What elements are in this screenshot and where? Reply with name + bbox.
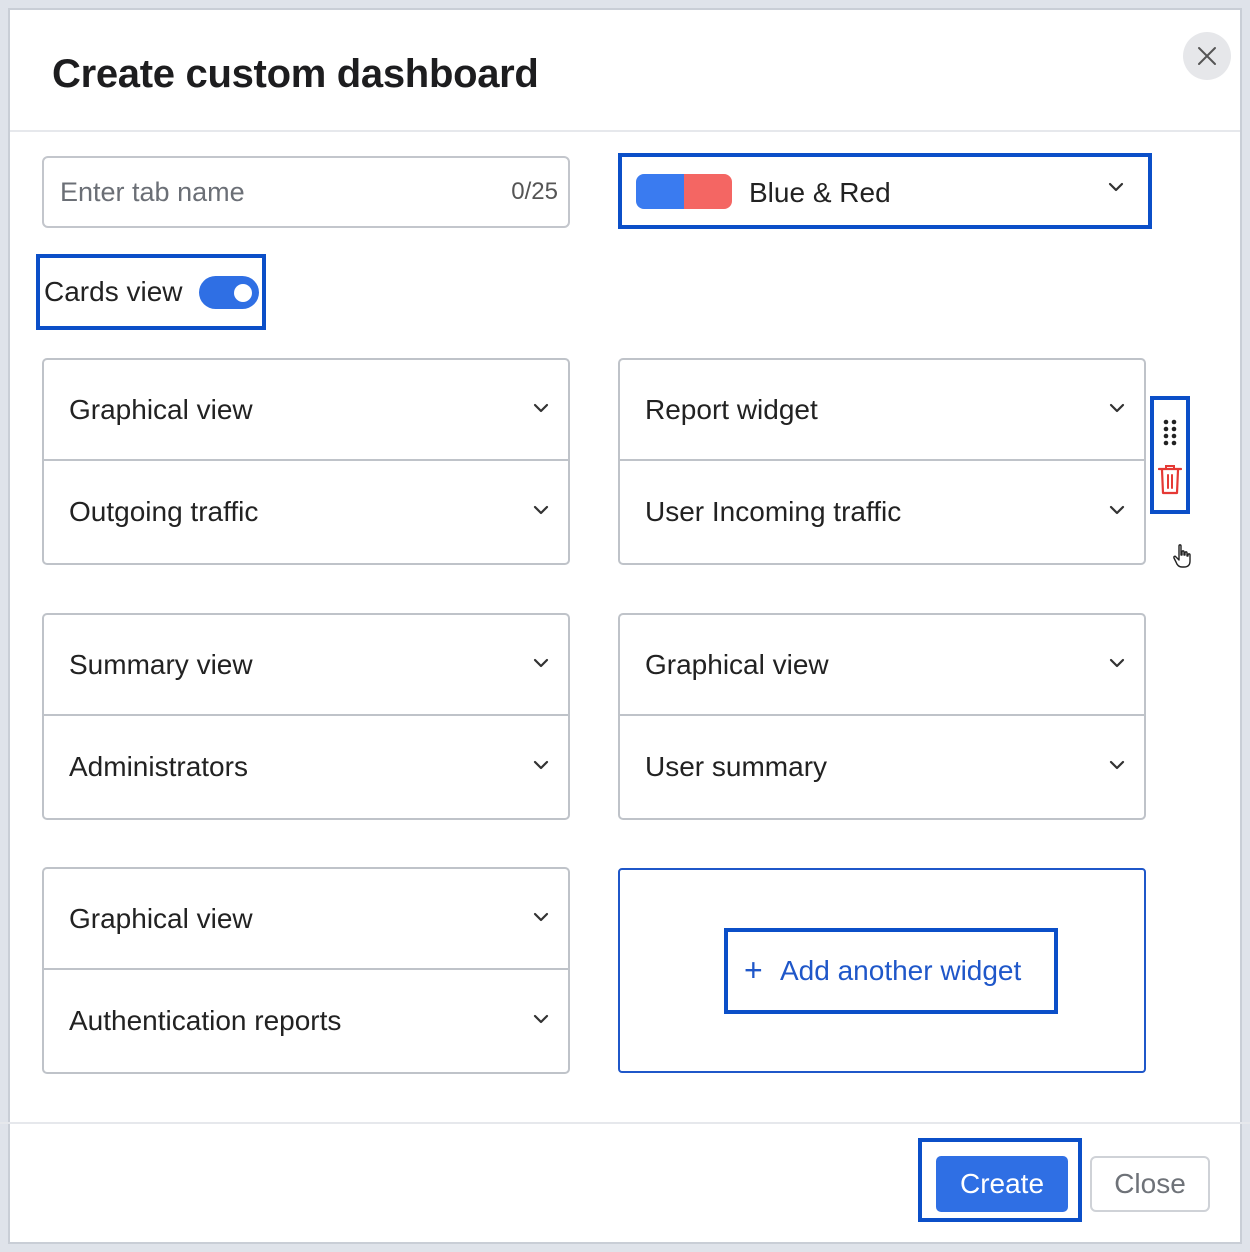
chevron-down-icon	[533, 658, 549, 668]
widget-view-select[interactable]: Graphical view	[44, 360, 568, 461]
widget-source-label: Administrators	[69, 751, 248, 782]
create-button[interactable]: Create	[936, 1156, 1068, 1212]
dialog-header: Create custom dashboard	[10, 10, 1240, 132]
widget-group: Summary view Administrators	[42, 613, 570, 820]
dialog-title: Create custom dashboard	[52, 52, 539, 96]
close-icon	[1198, 47, 1216, 65]
add-widget-label: Add another widget	[780, 955, 1022, 986]
tab-name-field[interactable]: 0/25	[42, 156, 570, 228]
close-dialog-button[interactable]	[1183, 32, 1231, 80]
chevron-down-icon	[1109, 505, 1125, 515]
color-theme-select[interactable]: Blue & Red	[618, 153, 1152, 229]
widget-group: Report widget User Incoming traffic	[618, 358, 1146, 565]
widget-source-label: User summary	[645, 751, 828, 782]
widget-view-label: Graphical view	[645, 649, 829, 680]
toggle-knob	[234, 284, 252, 302]
widget-source-label: Authentication reports	[69, 1005, 342, 1036]
add-widget-panel: + Add another widget	[618, 868, 1146, 1073]
widget-source-select[interactable]: User summary	[620, 717, 1144, 818]
chevron-down-icon	[533, 403, 549, 413]
add-another-widget-button[interactable]: + Add another widget	[724, 928, 1058, 1014]
drag-handle-icon[interactable]	[1162, 418, 1178, 446]
close-button[interactable]: Close	[1090, 1156, 1210, 1212]
chevron-down-icon	[533, 760, 549, 770]
widget-group: Graphical view Authentication reports	[42, 867, 570, 1074]
widget-source-select[interactable]: Administrators	[44, 717, 568, 818]
widget-view-select[interactable]: Graphical view	[620, 615, 1144, 716]
widget-row-tools	[1150, 396, 1190, 514]
chevron-down-icon	[1109, 658, 1125, 668]
chevron-down-icon	[533, 505, 549, 515]
theme-selected-label: Blue & Red	[749, 177, 891, 208]
blue-swatch	[636, 174, 684, 209]
chevron-down-icon	[533, 1014, 549, 1024]
widget-view-select[interactable]: Report widget	[620, 360, 1144, 461]
trash-icon[interactable]	[1158, 464, 1182, 496]
chevron-down-icon	[1109, 403, 1125, 413]
tab-name-input[interactable]	[60, 172, 480, 212]
widget-source-select[interactable]: Authentication reports	[44, 971, 568, 1072]
widget-group: Graphical view Outgoing traffic	[42, 358, 570, 565]
widget-view-label: Graphical view	[69, 903, 253, 934]
widget-source-select[interactable]: Outgoing traffic	[44, 462, 568, 563]
chevron-down-icon	[533, 912, 549, 922]
cards-view-toggle[interactable]: Cards view	[36, 254, 266, 330]
red-swatch	[684, 174, 732, 209]
toggle-switch[interactable]	[199, 276, 259, 309]
widget-source-select[interactable]: User Incoming traffic	[620, 462, 1144, 563]
char-counter: 0/25	[511, 178, 558, 205]
create-button-focus: Create	[918, 1138, 1082, 1222]
widget-source-label: User Incoming traffic	[645, 496, 902, 527]
widget-view-label: Report widget	[645, 394, 818, 425]
widget-view-label: Summary view	[69, 649, 253, 680]
widget-group: Graphical view User summary	[618, 613, 1146, 820]
chevron-down-icon	[1109, 760, 1125, 770]
hand-cursor-icon	[1173, 544, 1191, 568]
plus-icon: +	[744, 952, 763, 988]
widget-view-select[interactable]: Graphical view	[44, 869, 568, 970]
widget-view-label: Graphical view	[69, 394, 253, 425]
chevron-down-icon	[1108, 182, 1124, 192]
cards-view-label: Cards view	[44, 276, 183, 307]
widget-source-label: Outgoing traffic	[69, 496, 259, 527]
widget-view-select[interactable]: Summary view	[44, 615, 568, 716]
footer-divider	[0, 1122, 1250, 1124]
